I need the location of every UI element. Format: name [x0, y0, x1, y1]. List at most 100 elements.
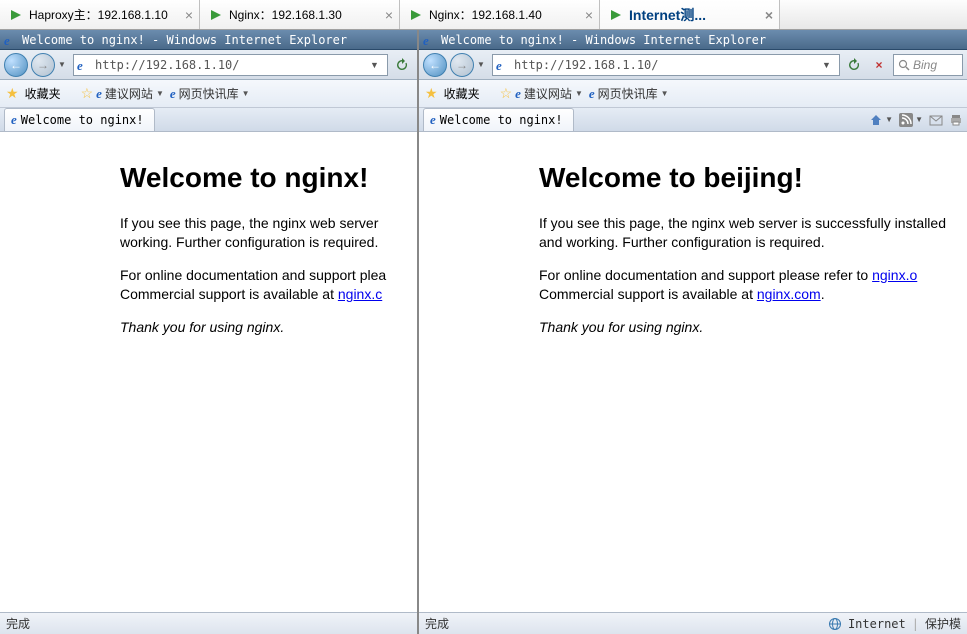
web-slice-link[interactable]: e网页快讯库▼: [589, 85, 669, 102]
link-label: 建议网站: [524, 85, 572, 102]
suggested-sites-link[interactable]: ☆e建议网站▼: [81, 85, 164, 102]
ie-icon: e: [515, 86, 521, 102]
thanks-paragraph: Thank you for using nginx.: [120, 318, 417, 337]
thanks-paragraph: Thank you for using nginx.: [539, 318, 967, 337]
window-titlebar: e Welcome to nginx! - Windows Internet E…: [0, 30, 417, 50]
favorites-label[interactable]: 收藏夹: [444, 85, 480, 102]
back-button[interactable]: ←: [4, 53, 28, 77]
star-icon: ☆: [81, 85, 94, 102]
status-bar: 完成: [0, 612, 417, 634]
status-text: 完成: [425, 615, 449, 632]
url-dropdown-icon[interactable]: ▼: [822, 60, 836, 70]
tab-haproxy[interactable]: Haproxy主：192.168.1.10 ×: [0, 0, 200, 29]
search-icon: [898, 59, 910, 71]
ie-icon: e: [430, 112, 436, 128]
favorites-label[interactable]: 收藏夹: [25, 85, 61, 102]
nav-history-dropdown[interactable]: ▼: [58, 60, 70, 69]
zone-label: Internet: [848, 617, 906, 631]
page-icon: e: [496, 58, 510, 72]
close-icon[interactable]: ×: [765, 7, 773, 23]
address-bar: ← → ▼ e ▼ × Bing: [419, 50, 967, 80]
status-text: 完成: [6, 615, 30, 632]
tab-nginx30[interactable]: Nginx：192.168.1.30 ×: [200, 0, 400, 29]
url-field[interactable]: e ▼: [73, 54, 388, 76]
nginx-link[interactable]: nginx.c: [338, 286, 382, 302]
page-tab-bar: e Welcome to nginx! ▼ ▼: [419, 108, 967, 132]
star-icon[interactable]: ★: [425, 85, 438, 102]
ie-icon: e: [11, 112, 17, 128]
url-input[interactable]: [95, 58, 370, 72]
right-pane: e Welcome to nginx! - Windows Internet E…: [419, 30, 967, 634]
forward-button[interactable]: →: [31, 53, 55, 77]
stop-button[interactable]: ×: [868, 54, 890, 76]
split-panes: e Welcome to nginx! - Windows Internet E…: [0, 30, 967, 634]
ie-icon: e: [423, 33, 437, 47]
intro-paragraph: If you see this page, the nginx web serv…: [120, 214, 417, 252]
page-content: Welcome to nginx! If you see this page, …: [0, 132, 417, 612]
tab-label: Nginx：192.168.1.40: [429, 6, 542, 23]
window-title: Welcome to nginx! - Windows Internet Exp…: [22, 33, 347, 47]
link-label: 网页快讯库: [598, 85, 658, 102]
green-arrow-icon: [608, 7, 624, 23]
ie-icon: e: [170, 86, 176, 102]
refresh-button[interactable]: [843, 54, 865, 76]
window-title: Welcome to nginx! - Windows Internet Exp…: [441, 33, 766, 47]
favorites-bar: ★ 收藏夹 ☆e建议网站▼ e网页快讯库▼: [0, 80, 417, 108]
link-label: 网页快讯库: [179, 85, 239, 102]
url-field[interactable]: e ▼: [492, 54, 840, 76]
link-label: 建议网站: [105, 85, 153, 102]
tab-internet-test[interactable]: Internet测... ×: [600, 0, 780, 29]
star-icon[interactable]: ★: [6, 85, 19, 102]
tab-label: Haproxy主：192.168.1.10: [29, 6, 168, 23]
page-tab[interactable]: e Welcome to nginx!: [4, 108, 155, 131]
window-titlebar: e Welcome to nginx! - Windows Internet E…: [419, 30, 967, 50]
tab-nginx40[interactable]: Nginx：192.168.1.40 ×: [400, 0, 600, 29]
favorites-bar: ★ 收藏夹 ☆e建议网站▼ e网页快讯库▼: [419, 80, 967, 108]
close-icon[interactable]: ×: [385, 7, 393, 23]
web-slice-link[interactable]: e网页快讯库▼: [170, 85, 250, 102]
nginx-org-link[interactable]: nginx.o: [872, 267, 917, 283]
search-placeholder: Bing: [913, 58, 937, 72]
url-dropdown-icon[interactable]: ▼: [370, 60, 384, 70]
page-tab-bar: e Welcome to nginx!: [0, 108, 417, 132]
print-button[interactable]: [949, 113, 963, 127]
status-right: Internet | 保护模: [828, 615, 961, 632]
star-icon: ☆: [500, 85, 513, 102]
docs-paragraph: For online documentation and support ple…: [120, 266, 417, 304]
green-arrow-icon: [208, 7, 224, 23]
tab-label: Nginx：192.168.1.30: [229, 6, 342, 23]
back-button[interactable]: ←: [423, 53, 447, 77]
ie-icon: e: [96, 86, 102, 102]
feeds-button[interactable]: ▼: [899, 113, 923, 127]
forward-button[interactable]: →: [450, 53, 474, 77]
close-icon[interactable]: ×: [585, 7, 593, 23]
nav-history-dropdown[interactable]: ▼: [477, 60, 489, 69]
status-bar: 完成 Internet | 保护模: [419, 612, 967, 634]
ie-icon: e: [4, 33, 18, 47]
chevron-down-icon: ▼: [661, 89, 669, 98]
page-icon: e: [77, 58, 91, 72]
green-arrow-icon: [8, 7, 24, 23]
refresh-button[interactable]: [391, 54, 413, 76]
globe-icon: [828, 617, 842, 631]
chevron-down-icon: ▼: [156, 89, 164, 98]
page-tab-label: Welcome to nginx!: [440, 113, 563, 127]
suggested-sites-link[interactable]: ☆e建议网站▼: [500, 85, 583, 102]
left-pane: e Welcome to nginx! - Windows Internet E…: [0, 30, 419, 634]
mail-button[interactable]: [929, 114, 943, 126]
nginx-com-link[interactable]: nginx.com: [757, 286, 821, 302]
close-icon[interactable]: ×: [185, 7, 193, 23]
chevron-down-icon: ▼: [575, 89, 583, 98]
page-heading: Welcome to nginx!: [120, 162, 417, 194]
protected-mode-label: 保护模: [925, 615, 961, 632]
address-bar: ← → ▼ e ▼: [0, 50, 417, 80]
green-arrow-icon: [408, 7, 424, 23]
docs-paragraph: For online documentation and support ple…: [539, 266, 967, 304]
url-input[interactable]: [514, 58, 822, 72]
page-tab[interactable]: e Welcome to nginx!: [423, 108, 574, 131]
home-button[interactable]: ▼: [869, 113, 893, 127]
page-heading: Welcome to beijing!: [539, 162, 967, 194]
chevron-down-icon: ▼: [242, 89, 250, 98]
search-box[interactable]: Bing: [893, 54, 963, 76]
ie-icon: e: [589, 86, 595, 102]
